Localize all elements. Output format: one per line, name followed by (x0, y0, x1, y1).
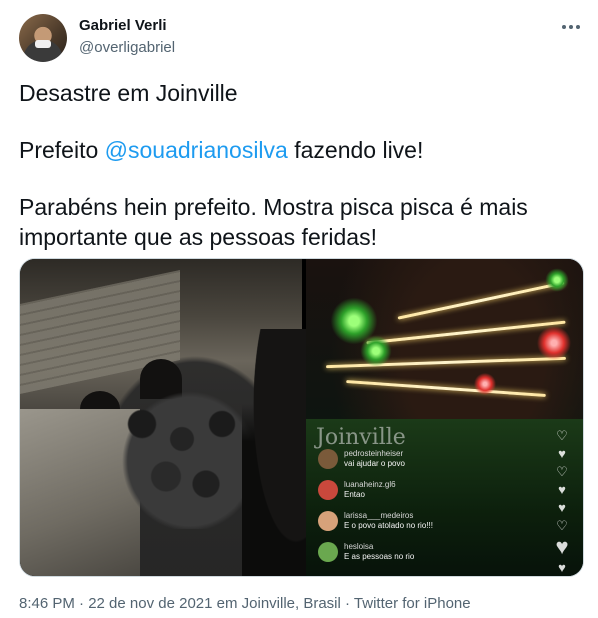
heart-icon: ♡ (556, 464, 568, 479)
dot-icon (562, 25, 566, 29)
author-avatar[interactable] (19, 14, 67, 62)
comment-user: luanaheinz.gl6 (344, 480, 396, 489)
comment-avatar (318, 480, 338, 500)
heart-icon: ♥ (558, 560, 566, 575)
tweet-text: Desastre em Joinville Prefeito @souadria… (19, 78, 579, 252)
tweet-line-2-suffix: fazendo live! (287, 137, 424, 163)
comment-text: vai ajudar o povo (344, 459, 405, 468)
dot-icon (569, 25, 573, 29)
heart-icon: ♥ (555, 534, 569, 559)
more-options-icon[interactable] (560, 18, 582, 36)
photo-left[interactable] (20, 259, 332, 576)
live-comment: pedrosteinheiser vai ajudar o povo (318, 449, 538, 469)
green-star-light (535, 259, 579, 302)
tweet-line-2: Prefeito @souadrianosilva fazendo live! (19, 135, 579, 165)
mention-link[interactable]: @souadrianosilva (105, 137, 288, 163)
dot-icon (576, 25, 580, 29)
live-comment: hesloisa E as pessoas no rio (318, 542, 538, 562)
red-star-light (534, 323, 574, 363)
live-comments: pedrosteinheiser vai ajudar o povo luana… (318, 449, 538, 573)
comment-user: hesloisa (344, 542, 374, 551)
light-string (397, 281, 565, 320)
heart-icon: ♥ (558, 482, 566, 497)
tweet-line-3: Parabéns hein prefeito. Mostra pisca pis… (19, 194, 528, 250)
live-watermark: Joinville (316, 425, 406, 450)
comment-avatar (318, 542, 338, 562)
comment-text: E as pessoas no rio (344, 552, 415, 561)
comment-avatar (318, 511, 338, 531)
tweet-media[interactable]: Joinville pedrosteinheiser vai ajudar o … (19, 258, 584, 577)
comment-text: E o povo atolado no rio!!! (344, 521, 433, 530)
comment-avatar (318, 449, 338, 469)
comment-user: pedrosteinheiser (344, 449, 404, 458)
comment-user: larissa___medeiros (344, 511, 414, 520)
tweet-card: Gabriel Verli @overligabriel Desastre em… (0, 0, 598, 618)
author-name[interactable]: Gabriel Verli (79, 17, 167, 34)
live-comment: luanaheinz.gl6 Entao (318, 480, 538, 500)
live-comment: larissa___medeiros E o povo atolado no r… (318, 511, 538, 531)
heart-icon: ♡ (556, 428, 568, 443)
comment-text: Entao (344, 490, 365, 499)
tweet-timestamp[interactable]: 8:46 PM · 22 de nov de 2021 em Joinville… (19, 595, 471, 612)
author-handle[interactable]: @overligabriel (79, 39, 175, 56)
heart-icon: ♡ (556, 518, 568, 533)
heart-icon: ♥ (558, 446, 566, 461)
live-hearts: ♡ ♥ ♡ ♥ ♥ ♡ ♥ ♥ (551, 427, 573, 576)
photo-right[interactable]: Joinville pedrosteinheiser vai ajudar o … (306, 259, 583, 576)
tweet-line-1: Desastre em Joinville (19, 80, 238, 106)
light-string (346, 380, 546, 397)
red-star-light (472, 371, 498, 397)
tweet-line-2-prefix: Prefeito (19, 137, 105, 163)
heart-icon: ♥ (558, 500, 566, 515)
